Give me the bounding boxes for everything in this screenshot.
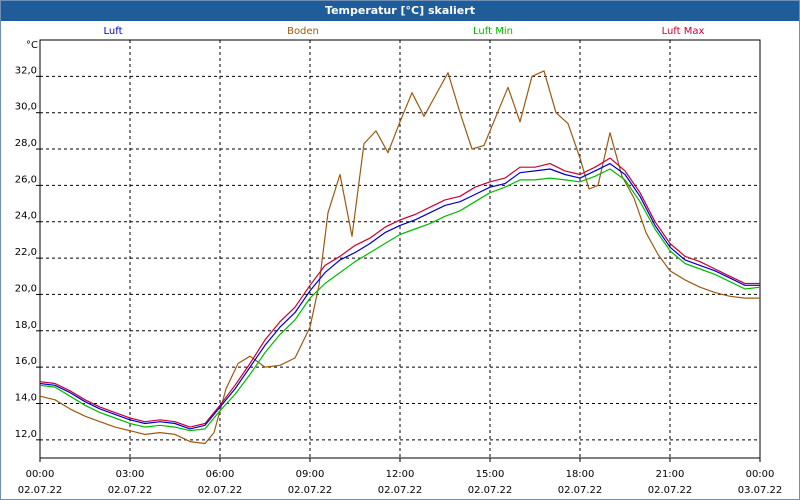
x-tick-date: 02.07.22 <box>198 485 243 496</box>
x-tick-time: 21:00 <box>656 469 685 480</box>
x-tick-date: 02.07.22 <box>648 485 693 496</box>
legend-entry: Luft Min <box>473 26 513 37</box>
x-tick-time: 09:00 <box>296 469 325 480</box>
x-tick-time: 00:00 <box>746 469 775 480</box>
legend-entry: Luft Max <box>662 26 705 37</box>
x-axis-ticks: 00:00 02.07.22 03:00 02.07.22 06:00 02.07.22 0… <box>18 458 783 496</box>
y-tick-label: 20,0 <box>15 283 37 294</box>
y-axis-label: °C <box>26 40 38 51</box>
x-tick-time: 00:00 <box>26 469 55 480</box>
y-tick-label: 18,0 <box>15 320 37 331</box>
y-axis-ticks: 12,0 14,0 16,0 18,0 20,0 22,0 24,0 26,0 28,0 30,0… <box>15 65 40 441</box>
y-tick-label: 12,0 <box>15 429 37 440</box>
x-tick-date: 03.07.22 <box>738 485 783 496</box>
x-tick-date: 02.07.22 <box>378 485 423 496</box>
y-tick-label: 16,0 <box>15 356 37 367</box>
x-tick-date: 02.07.22 <box>18 485 63 496</box>
y-tick-label: 22,0 <box>15 247 37 258</box>
y-tick-label: 32,0 <box>15 65 37 76</box>
y-tick-label: 14,0 <box>15 392 37 403</box>
y-tick-label: 28,0 <box>15 138 37 149</box>
x-tick-time: 18:00 <box>566 469 595 480</box>
legend-entry: Luft <box>104 26 123 37</box>
y-tick-label: 24,0 <box>15 211 37 222</box>
x-tick-date: 02.07.22 <box>468 485 513 496</box>
x-tick-date: 02.07.22 <box>108 485 153 496</box>
x-tick-time: 03:00 <box>116 469 145 480</box>
x-tick-time: 15:00 <box>476 469 505 480</box>
y-tick-label: 30,0 <box>15 102 37 113</box>
x-tick-time: 06:00 <box>206 469 235 480</box>
x-tick-date: 02.07.22 <box>558 485 603 496</box>
temperature-chart: Luft Boden Luft Min Luft Max °C 12,0 14,0 16,… <box>15 26 783 496</box>
legend-entry: Boden <box>287 26 319 37</box>
y-tick-label: 26,0 <box>15 174 37 185</box>
x-tick-time: 12:00 <box>386 469 415 480</box>
legend: Luft Boden Luft Min Luft Max <box>104 26 705 37</box>
x-tick-date: 02.07.22 <box>288 485 333 496</box>
